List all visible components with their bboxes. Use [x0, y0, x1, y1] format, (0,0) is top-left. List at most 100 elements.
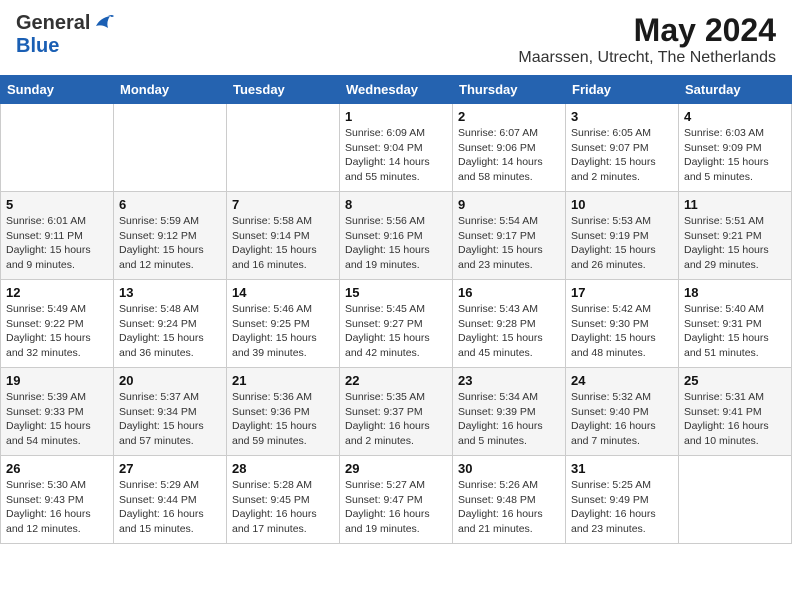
day-info: Sunrise: 5:54 AMSunset: 9:17 PMDaylight:…	[458, 214, 560, 273]
header-wednesday: Wednesday	[340, 76, 453, 104]
day-info: Sunrise: 5:29 AMSunset: 9:44 PMDaylight:…	[119, 478, 221, 537]
day-number: 7	[232, 197, 334, 212]
day-info: Sunrise: 6:07 AMSunset: 9:06 PMDaylight:…	[458, 126, 560, 185]
table-row: 15 Sunrise: 5:45 AMSunset: 9:27 PMDayligh…	[340, 280, 453, 368]
day-number: 16	[458, 285, 560, 300]
day-info: Sunrise: 5:53 AMSunset: 9:19 PMDaylight:…	[571, 214, 673, 273]
day-info: Sunrise: 5:51 AMSunset: 9:21 PMDaylight:…	[684, 214, 786, 273]
day-number: 12	[6, 285, 108, 300]
table-row: 30 Sunrise: 5:26 AMSunset: 9:48 PMDayligh…	[453, 456, 566, 544]
day-number: 26	[6, 461, 108, 476]
table-row: 12 Sunrise: 5:49 AMSunset: 9:22 PMDayligh…	[1, 280, 114, 368]
day-info: Sunrise: 5:45 AMSunset: 9:27 PMDaylight:…	[345, 302, 447, 361]
table-row: 13Sunrise: 5:48 AMSunset: 9:24 PMDayligh…	[114, 280, 227, 368]
header-saturday: Saturday	[679, 76, 792, 104]
day-number: 27	[119, 461, 221, 476]
day-number: 18	[684, 285, 786, 300]
day-number: 20	[119, 373, 221, 388]
calendar-table: Sunday Monday Tuesday Wednesday Thursday…	[0, 75, 792, 544]
day-info: Sunrise: 5:37 AMSunset: 9:34 PMDaylight:…	[119, 390, 221, 449]
table-row	[1, 104, 114, 192]
day-info: Sunrise: 5:40 AMSunset: 9:31 PMDaylight:…	[684, 302, 786, 361]
table-row: 28 Sunrise: 5:28 AMSunset: 9:45 PMDayligh…	[227, 456, 340, 544]
table-row: 11 Sunrise: 5:51 AMSunset: 9:21 PMDayligh…	[679, 192, 792, 280]
header-thursday: Thursday	[453, 76, 566, 104]
table-row	[227, 104, 340, 192]
calendar-header-row: Sunday Monday Tuesday Wednesday Thursday…	[1, 76, 792, 104]
table-row: 22 Sunrise: 5:35 AMSunset: 9:37 PMDayligh…	[340, 368, 453, 456]
day-info: Sunrise: 5:42 AMSunset: 9:30 PMDaylight:…	[571, 302, 673, 361]
day-info: Sunrise: 5:27 AMSunset: 9:47 PMDaylight:…	[345, 478, 447, 537]
table-row: 26 Sunrise: 5:30 AMSunset: 9:43 PMDayligh…	[1, 456, 114, 544]
calendar-week-row: 19 Sunrise: 5:39 AMSunset: 9:33 PMDayligh…	[1, 368, 792, 456]
day-info: Sunrise: 5:31 AMSunset: 9:41 PMDaylight:…	[684, 390, 786, 449]
day-info: Sunrise: 5:28 AMSunset: 9:45 PMDaylight:…	[232, 478, 334, 537]
day-number: 9	[458, 197, 560, 212]
day-number: 13	[119, 285, 221, 300]
day-number: 28	[232, 461, 334, 476]
day-info: Sunrise: 5:58 AMSunset: 9:14 PMDaylight:…	[232, 214, 334, 273]
day-info: Sunrise: 6:03 AMSunset: 9:09 PMDaylight:…	[684, 126, 786, 185]
table-row: 7 Sunrise: 5:58 AMSunset: 9:14 PMDaylight…	[227, 192, 340, 280]
day-number: 19	[6, 373, 108, 388]
header-friday: Friday	[566, 76, 679, 104]
day-number: 25	[684, 373, 786, 388]
table-row: 18 Sunrise: 5:40 AMSunset: 9:31 PMDayligh…	[679, 280, 792, 368]
table-row: 19 Sunrise: 5:39 AMSunset: 9:33 PMDayligh…	[1, 368, 114, 456]
table-row: 8Sunrise: 5:56 AMSunset: 9:16 PMDaylight…	[340, 192, 453, 280]
table-row: 27 Sunrise: 5:29 AMSunset: 9:44 PMDayligh…	[114, 456, 227, 544]
day-number: 8	[345, 197, 447, 212]
day-number: 17	[571, 285, 673, 300]
table-row: 4 Sunrise: 6:03 AMSunset: 9:09 PMDaylight…	[679, 104, 792, 192]
table-row: 25 Sunrise: 5:31 AMSunset: 9:41 PMDayligh…	[679, 368, 792, 456]
day-number: 10	[571, 197, 673, 212]
table-row: 20 Sunrise: 5:37 AMSunset: 9:34 PMDayligh…	[114, 368, 227, 456]
day-info: Sunrise: 5:39 AMSunset: 9:33 PMDaylight:…	[6, 390, 108, 449]
header-right: May 2024 Maarssen, Utrecht, The Netherla…	[518, 12, 776, 67]
header-monday: Monday	[114, 76, 227, 104]
day-info: Sunrise: 5:59 AMSunset: 9:12 PMDaylight:…	[119, 214, 221, 273]
day-info: Sunrise: 5:35 AMSunset: 9:37 PMDaylight:…	[345, 390, 447, 449]
day-number: 30	[458, 461, 560, 476]
day-number: 23	[458, 373, 560, 388]
day-info: Sunrise: 5:34 AMSunset: 9:39 PMDaylight:…	[458, 390, 560, 449]
day-info: Sunrise: 5:49 AMSunset: 9:22 PMDaylight:…	[6, 302, 108, 361]
day-number: 2	[458, 109, 560, 124]
day-number: 22	[345, 373, 447, 388]
day-info: Sunrise: 5:26 AMSunset: 9:48 PMDaylight:…	[458, 478, 560, 537]
day-number: 31	[571, 461, 673, 476]
day-info: Sunrise: 5:25 AMSunset: 9:49 PMDaylight:…	[571, 478, 673, 537]
header-sunday: Sunday	[1, 76, 114, 104]
day-info: Sunrise: 5:36 AMSunset: 9:36 PMDaylight:…	[232, 390, 334, 449]
table-row: 29 Sunrise: 5:27 AMSunset: 9:47 PMDayligh…	[340, 456, 453, 544]
table-row: 21 Sunrise: 5:36 AMSunset: 9:36 PMDayligh…	[227, 368, 340, 456]
table-row: 2 Sunrise: 6:07 AMSunset: 9:06 PMDaylight…	[453, 104, 566, 192]
logo-blue-text: Blue	[16, 35, 59, 57]
day-number: 29	[345, 461, 447, 476]
table-row	[679, 456, 792, 544]
table-row: 10 Sunrise: 5:53 AMSunset: 9:19 PMDayligh…	[566, 192, 679, 280]
day-number: 14	[232, 285, 334, 300]
table-row: 9 Sunrise: 5:54 AMSunset: 9:17 PMDaylight…	[453, 192, 566, 280]
day-info: Sunrise: 5:30 AMSunset: 9:43 PMDaylight:…	[6, 478, 108, 537]
table-row: 31 Sunrise: 5:25 AMSunset: 9:49 PMDayligh…	[566, 456, 679, 544]
day-number: 4	[684, 109, 786, 124]
day-info: Sunrise: 6:09 AMSunset: 9:04 PMDaylight:…	[345, 126, 447, 185]
calendar-week-row: 12 Sunrise: 5:49 AMSunset: 9:22 PMDayligh…	[1, 280, 792, 368]
day-number: 15	[345, 285, 447, 300]
table-row: 23 Sunrise: 5:34 AMSunset: 9:39 PMDayligh…	[453, 368, 566, 456]
calendar-week-row: 5 Sunrise: 6:01 AMSunset: 9:11 PMDaylight…	[1, 192, 792, 280]
day-number: 24	[571, 373, 673, 388]
day-number: 11	[684, 197, 786, 212]
day-number: 5	[6, 197, 108, 212]
day-number: 1	[345, 109, 447, 124]
month-title: May 2024	[518, 12, 776, 49]
table-row: 17 Sunrise: 5:42 AMSunset: 9:30 PMDayligh…	[566, 280, 679, 368]
day-number: 21	[232, 373, 334, 388]
calendar-week-row: 26 Sunrise: 5:30 AMSunset: 9:43 PMDayligh…	[1, 456, 792, 544]
table-row: 14Sunrise: 5:46 AMSunset: 9:25 PMDayligh…	[227, 280, 340, 368]
day-info: Sunrise: 6:05 AMSunset: 9:07 PMDaylight:…	[571, 126, 673, 185]
day-info: Sunrise: 6:01 AMSunset: 9:11 PMDaylight:…	[6, 214, 108, 273]
day-number: 6	[119, 197, 221, 212]
day-number: 3	[571, 109, 673, 124]
